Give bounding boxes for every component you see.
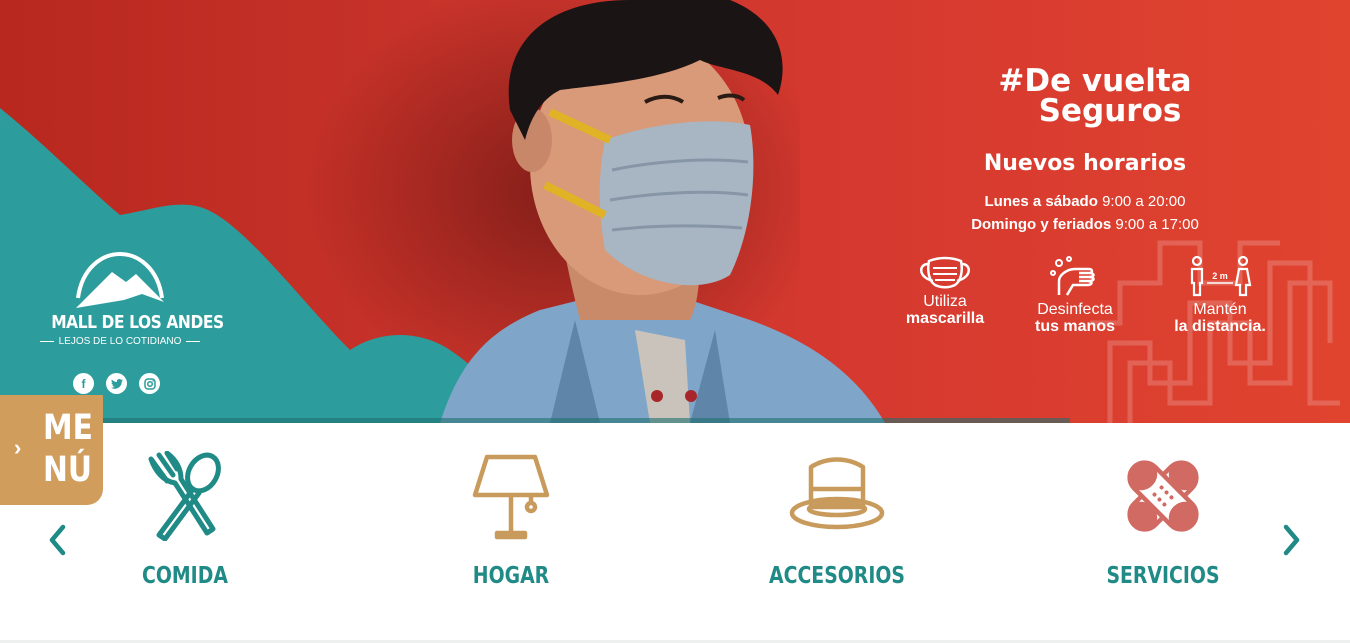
hero-banner[interactable]: MALL DE LOS ANDES LEJOS DE LO COTIDIANO … xyxy=(0,0,1350,423)
brand-tagline: LEJOS DE LO COTIDIANO xyxy=(40,336,200,347)
distance-badge: 2 m xyxy=(1212,271,1228,281)
hours-time: 9:00 a 17:00 xyxy=(1115,216,1199,233)
mask-icon xyxy=(920,256,970,289)
wash-hands-icon xyxy=(1050,256,1095,296)
tip-mask: Utiliza mascarilla xyxy=(880,255,1010,327)
tip-line2: la distancia. xyxy=(1174,318,1266,335)
mall-logo[interactable]: MALL DE LOS ANDES LEJOS DE LO COTIDIANO xyxy=(40,250,224,347)
fork-spoon-icon xyxy=(148,451,221,541)
category-label: COMIDA xyxy=(142,563,228,589)
tagline-text: LEJOS DE LO COTIDIANO xyxy=(58,336,182,347)
hours-time: 9:00 a 20:00 xyxy=(1102,193,1186,210)
hat-icon xyxy=(789,457,885,530)
hours-days: Domingo y feriados xyxy=(971,216,1112,233)
category-hogar[interactable]: HOGAR xyxy=(401,451,621,589)
category-accesorios[interactable]: ACCESORIOS xyxy=(727,451,947,589)
hours-days: Lunes a sábado xyxy=(984,193,1098,210)
tip-line2: tus manos xyxy=(1034,318,1115,335)
campaign-title: #De vuelta Seguros xyxy=(980,66,1210,129)
hours-title: Nuevos horarios xyxy=(983,151,1187,176)
hours-row: Lunes a sábado 9:00 a 20:00 xyxy=(930,190,1240,213)
carousel-dots xyxy=(651,390,697,402)
hours-row: Domingo y feriados 9:00 a 17:00 xyxy=(930,213,1240,236)
safety-tips: Utiliza mascarilla Desinfecta tus manos … xyxy=(880,255,1300,345)
chevron-left-icon xyxy=(49,524,66,556)
category-label: SERVICIOS xyxy=(1106,563,1220,589)
tip-line1: Desinfecta xyxy=(1037,301,1113,318)
masked-person-photo xyxy=(440,0,885,423)
tip-line1: Utiliza xyxy=(923,293,967,310)
tip-distance: 2 m Mantén la distancia. xyxy=(1155,255,1285,335)
tip-line2: mascarilla xyxy=(905,310,985,327)
lamp-icon xyxy=(472,454,550,540)
twitter-icon[interactable] xyxy=(106,373,127,394)
category-label: HOGAR xyxy=(472,563,550,589)
carousel-prev-button[interactable] xyxy=(42,520,72,560)
social-links: f xyxy=(73,373,160,394)
category-comida[interactable]: COMIDA xyxy=(75,451,295,589)
mountain-logo-icon xyxy=(76,251,164,308)
carousel-dot[interactable] xyxy=(685,390,697,402)
carousel-dot[interactable] xyxy=(651,390,663,402)
campaign-line2: Seguros xyxy=(1038,93,1182,129)
tip-hands: Desinfecta tus manos xyxy=(1010,255,1140,335)
category-servicios[interactable]: SERVICIOS xyxy=(1053,451,1273,589)
brand-name: MALL DE LOS ANDES xyxy=(51,312,224,333)
category-label: ACCESORIOS xyxy=(769,563,905,589)
tip-line1: Mantén xyxy=(1193,301,1247,318)
category-carousel: COMIDA HOGAR ACCESORIOS SERVICIOS xyxy=(0,423,1350,643)
facebook-icon[interactable]: f xyxy=(73,373,94,394)
bandage-icon xyxy=(1127,460,1199,532)
instagram-icon[interactable] xyxy=(139,373,160,394)
chevron-right-icon xyxy=(1283,524,1300,556)
distance-icon: 2 m xyxy=(1190,255,1252,297)
carousel-next-button[interactable] xyxy=(1277,520,1307,560)
hours-list: Lunes a sábado 9:00 a 20:00 Domingo y fe… xyxy=(930,190,1240,236)
